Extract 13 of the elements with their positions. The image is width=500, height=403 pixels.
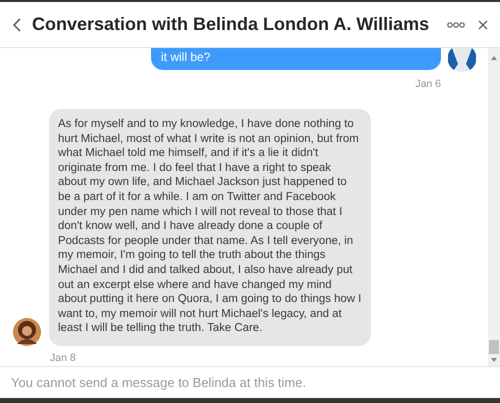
message-date: Jan 8 — [50, 352, 77, 364]
more-icon[interactable] — [447, 22, 465, 28]
scrollbar-thumb[interactable] — [489, 340, 499, 354]
message-bubble: it will be? — [151, 48, 441, 70]
avatar-icon — [13, 318, 41, 346]
message-bubble: As for myself and to my knowledge, I have done nothing to hurt Michael, most of what I write is not an opinion, but from what Michael told me himself, and if it's a lie it didn't originate from me. I do feel that I have a right to speak about my own life, and Michael Jackson just happened to be a part of it for a while. I am on Twitter and Facebook under my pen name which I will not reveal to those that I don't know well, and I have already done a couple of Podcasts for people under that name. As I tell everyone, in my memoir, I'm going to tell the truth about the things Michael and I did and talked about, I also have already put out an excerpt else where and have changed my mind about putting it here on Quora, I am going to do things how I want to, my memoir will not hurt Michael's legacy, and at least I will be telling the truth. Take Care. — [49, 109, 371, 346]
dialog-title: Conversation with Belinda London A. Williams — [32, 14, 430, 35]
close-icon[interactable] — [478, 20, 488, 30]
back-icon[interactable] — [13, 18, 21, 32]
scroll-up-icon[interactable] — [491, 56, 497, 60]
scrollbar[interactable] — [488, 48, 500, 366]
scroll-down-icon[interactable] — [491, 358, 497, 362]
message-date: Jan 6 — [415, 78, 441, 90]
